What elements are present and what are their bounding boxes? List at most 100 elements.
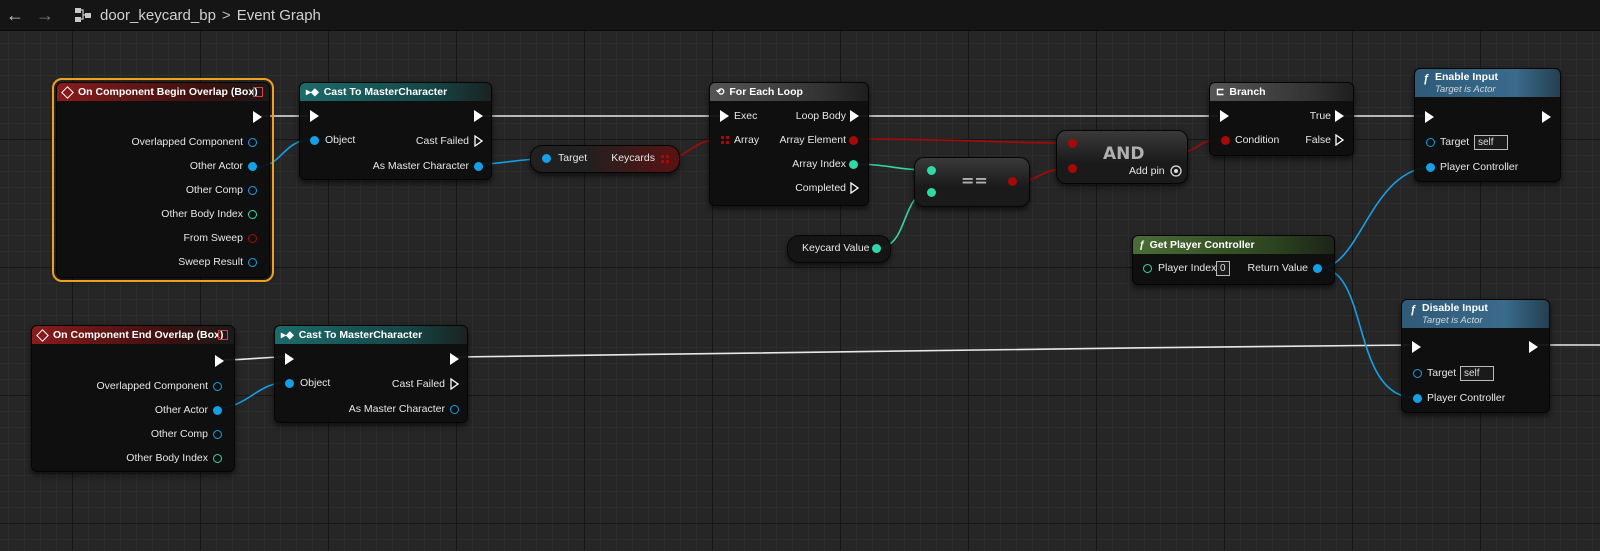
overlapped-component-pin[interactable] bbox=[248, 138, 257, 147]
array-index-pin[interactable] bbox=[849, 160, 858, 169]
pin-label: Exec bbox=[734, 110, 758, 122]
true-exec-pin[interactable] bbox=[1335, 110, 1344, 122]
loop-icon: ⟲ bbox=[716, 86, 725, 98]
equal-b-pin[interactable] bbox=[927, 188, 936, 197]
player-index-input[interactable]: 0 bbox=[1216, 261, 1230, 276]
node-header: ⊏ Branch bbox=[1210, 83, 1353, 101]
other-actor-pin[interactable] bbox=[213, 406, 222, 415]
pin-label: Player Index bbox=[1158, 262, 1217, 274]
get-player-controller-node[interactable]: ƒ Get Player Controller Player Index 0 Re… bbox=[1132, 235, 1335, 285]
add-pin-button[interactable]: Add pin bbox=[1129, 165, 1165, 177]
completed-exec-pin[interactable] bbox=[850, 182, 859, 194]
from-sweep-pin[interactable] bbox=[248, 234, 257, 243]
object-pin[interactable] bbox=[285, 379, 294, 388]
exec-out-pin[interactable] bbox=[1529, 341, 1538, 353]
node-header: ƒ Get Player Controller bbox=[1133, 236, 1334, 254]
begin-overlap-event-node[interactable]: On Component Begin Overlap (Box) Overlap… bbox=[52, 78, 274, 282]
loop-body-exec-pin[interactable] bbox=[850, 110, 859, 122]
condition-pin[interactable] bbox=[1221, 136, 1230, 145]
cast-to-mastercharacter-node[interactable]: ▸◆ Cast To MasterCharacter Object Cast Fa… bbox=[299, 82, 492, 180]
array-element-pin[interactable] bbox=[849, 136, 858, 145]
exec-out-pin[interactable] bbox=[474, 110, 483, 122]
node-title: Branch bbox=[1229, 86, 1266, 98]
as-master-character-pin[interactable] bbox=[474, 162, 483, 171]
equal-a-pin[interactable] bbox=[927, 166, 936, 175]
pin-label: Other Body Index bbox=[161, 208, 243, 220]
and-b-pin[interactable] bbox=[1068, 164, 1077, 173]
player-controller-pin[interactable] bbox=[1413, 394, 1422, 403]
node-subtitle: Target is Actor bbox=[1422, 315, 1483, 326]
node-header: ▸◆ Cast To MasterCharacter bbox=[275, 326, 467, 344]
exec-out-pin[interactable] bbox=[215, 355, 224, 367]
target-pin[interactable] bbox=[1426, 138, 1435, 147]
keycard-value-pin[interactable] bbox=[872, 244, 881, 253]
equal-return-pin[interactable] bbox=[1008, 177, 1017, 186]
exec-in-pin[interactable] bbox=[310, 110, 319, 122]
pin-label: Keycards bbox=[611, 152, 655, 164]
false-exec-pin[interactable] bbox=[1335, 134, 1344, 146]
other-comp-pin[interactable] bbox=[248, 186, 257, 195]
target-pin[interactable] bbox=[542, 154, 551, 163]
event-diamond-icon bbox=[61, 85, 74, 99]
node-title: Cast To MasterCharacter bbox=[323, 86, 448, 98]
exec-out-pin[interactable] bbox=[253, 111, 262, 123]
player-controller-pin[interactable] bbox=[1426, 163, 1435, 172]
node-header: ▸◆ Cast To MasterCharacter bbox=[300, 83, 491, 101]
forward-arrow-icon[interactable]: → bbox=[30, 5, 60, 26]
pin-label: Other Comp bbox=[150, 428, 208, 440]
disable-input-node[interactable]: ƒ Disable Input Target is Actor Target s… bbox=[1401, 299, 1550, 413]
pin-label: Return Value bbox=[1247, 262, 1308, 274]
player-index-pin[interactable] bbox=[1143, 264, 1152, 273]
node-title: On Component Begin Overlap (Box) bbox=[78, 86, 258, 98]
keycards-array-pin[interactable] bbox=[661, 155, 669, 163]
event-graph-canvas[interactable]: On Component Begin Overlap (Box) Overlap… bbox=[0, 31, 1600, 551]
pin-label: As Master Character bbox=[372, 160, 469, 172]
exec-out-pin[interactable] bbox=[1542, 111, 1551, 123]
breadcrumb-blueprint[interactable]: door_keycard_bp bbox=[100, 7, 216, 24]
cast-to-mastercharacter-node-2[interactable]: ▸◆ Cast To MasterCharacter Object Cast Fa… bbox=[274, 325, 468, 423]
exec-in-pin[interactable] bbox=[720, 110, 729, 122]
other-body-index-pin[interactable] bbox=[248, 210, 257, 219]
exec-in-pin[interactable] bbox=[1412, 341, 1421, 353]
pin-label: Other Actor bbox=[154, 404, 208, 416]
object-pin[interactable] bbox=[310, 136, 319, 145]
enable-input-node[interactable]: ƒ Enable Input Target is Actor Target se… bbox=[1414, 68, 1561, 182]
cast-failed-exec-pin[interactable] bbox=[450, 378, 459, 390]
delegate-box-icon bbox=[253, 87, 263, 97]
add-pin-icon[interactable] bbox=[1170, 165, 1182, 177]
target-pin[interactable] bbox=[1413, 369, 1422, 378]
exec-in-pin[interactable] bbox=[1220, 110, 1229, 122]
array-pin[interactable] bbox=[721, 136, 729, 144]
and-a-pin[interactable] bbox=[1068, 139, 1077, 148]
blueprint-icon bbox=[74, 7, 92, 23]
pin-label: False bbox=[1305, 134, 1331, 146]
and-boolean-node[interactable]: AND Add pin bbox=[1056, 130, 1188, 184]
other-comp-pin[interactable] bbox=[213, 430, 222, 439]
exec-in-pin[interactable] bbox=[1425, 111, 1434, 123]
other-body-index-pin[interactable] bbox=[213, 454, 222, 463]
return-value-pin[interactable] bbox=[1313, 264, 1322, 273]
back-arrow-icon[interactable]: ← bbox=[0, 5, 30, 26]
end-overlap-event-node[interactable]: On Component End Overlap (Box) Overlappe… bbox=[31, 325, 235, 472]
pin-label: True bbox=[1309, 110, 1331, 122]
pin-label: Sweep Result bbox=[178, 256, 243, 268]
exec-wire bbox=[454, 344, 1411, 358]
target-self-input[interactable]: self bbox=[1474, 135, 1508, 150]
function-icon: ƒ bbox=[1139, 239, 1145, 251]
target-self-input[interactable]: self bbox=[1460, 366, 1494, 381]
exec-in-pin[interactable] bbox=[285, 353, 294, 365]
equal-integer-node[interactable]: == bbox=[914, 157, 1030, 207]
object-wire bbox=[1319, 166, 1431, 269]
pin-label: Player Controller bbox=[1427, 392, 1506, 404]
exec-out-pin[interactable] bbox=[450, 353, 459, 365]
sweep-result-pin[interactable] bbox=[248, 258, 257, 267]
keycard-value-getter-node[interactable]: Keycard Value bbox=[787, 235, 891, 263]
overlapped-component-pin[interactable] bbox=[213, 382, 222, 391]
keycards-getter-node[interactable]: Target Keycards bbox=[530, 145, 680, 173]
pin-label: Completed bbox=[795, 182, 846, 194]
as-master-character-pin[interactable] bbox=[450, 405, 459, 414]
for-each-loop-node[interactable]: ⟲ For Each Loop Exec Loop Body Array Arra… bbox=[709, 82, 869, 206]
other-actor-pin[interactable] bbox=[248, 162, 257, 171]
cast-failed-exec-pin[interactable] bbox=[474, 135, 483, 147]
branch-node[interactable]: ⊏ Branch True Condition False bbox=[1209, 82, 1354, 156]
